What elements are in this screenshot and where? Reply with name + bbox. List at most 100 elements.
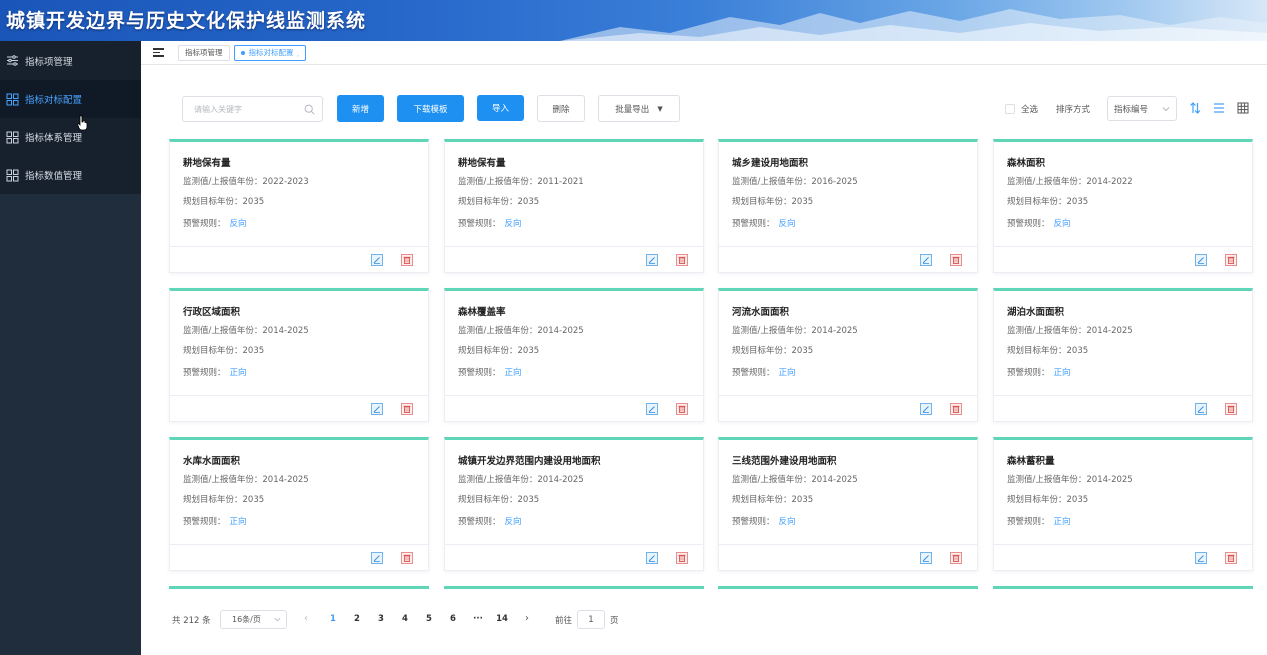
indicator-card[interactable]: 河流水面面积 监测值/上报值年份：2014-2025 规划目标年份：2035 预警规则… [718,288,978,422]
warning-rule-row: 预警规则： 反向 [458,219,522,229]
indicator-card[interactable]: 三线范围外建设用地面积 监测值/上报值年份：2014-2025 规划目标年份：203… [718,437,978,571]
card-footer [994,544,1252,573]
indicator-card[interactable]: 森林覆盖率 监测值/上报值年份：2014-2025 规划目标年份：2035 预警规则：… [444,288,704,422]
warning-rule-row: 预警规则： 反向 [732,517,796,527]
tab-indicator-benchmark[interactable]: 指标对标配置 ˯ [233,44,306,61]
list-view-icon[interactable] [1213,102,1225,114]
card-footer [719,544,977,573]
card-title: 耕地保有量 [183,158,231,169]
indicator-card[interactable]: 森林面积 监测值/上报值年份：2014-2022 规划目标年份：2035 预警规则：反… [993,139,1253,273]
next-page-icon[interactable]: › [525,613,529,624]
sidebar: 指标项管理 指标对标配置 指标体系管理 指标数值管理 [0,41,141,655]
sort-select[interactable]: 指标编号 [1107,96,1177,121]
indicator-card[interactable]: 水库水面面积 监测值/上报值年份：2014-2025 规划目标年份：2035 预警规则… [169,437,429,571]
indicator-card[interactable]: 行政区域面积 监测值/上报值年份：2014-2025 规划目标年份：2035 预警规则… [169,288,429,422]
card-title: 三线范围外建设用地面积 [732,456,837,467]
batch-export-button[interactable]: 批量导出 ▼ [598,95,680,122]
sidebar-item-indicator-items[interactable]: 指标项管理 [0,41,141,80]
close-icon[interactable]: ˯ [297,48,300,57]
tabs-bar: 指标项管理 指标对标配置 ˯ [141,41,1267,65]
delete-icon[interactable] [950,552,962,564]
pagination: 共 212 条 16条/页 ‹ 1 2 3 4 5 6 ··· 14 › 前往 … [141,610,841,630]
monitor-years-row: 监测值/上报值年份：2014-2025 [1007,326,1133,336]
monitor-years-row: 监测值/上报值年份：2014-2025 [458,326,584,336]
page-button[interactable]: 5 [423,614,435,624]
edit-icon[interactable] [646,403,658,415]
card-view-icon[interactable] [1237,102,1249,114]
goto-page-input[interactable]: 1 [577,610,605,629]
menu-collapse-icon[interactable] [153,48,164,57]
delete-icon[interactable] [1225,403,1237,415]
delete-icon[interactable] [1225,552,1237,564]
delete-icon[interactable] [401,552,413,564]
search-icon[interactable] [304,104,315,115]
total-count: 共 212 条 [172,616,211,626]
edit-icon[interactable] [371,403,383,415]
import-button[interactable]: 导入 [477,95,524,121]
chevron-down-icon [274,617,281,622]
warning-rule-row: 预警规则： 反向 [183,219,247,229]
add-button[interactable]: 新增 [337,95,384,122]
edit-icon[interactable] [646,552,658,564]
prev-page-icon[interactable]: ‹ [304,613,308,624]
delete-icon[interactable] [1225,254,1237,266]
page-button[interactable]: 1 [327,614,339,624]
edit-icon[interactable] [920,403,932,415]
warning-rule-row: 预警规则： 正向 [732,368,796,378]
more-pages-button[interactable]: ··· [472,614,484,624]
download-template-button[interactable]: 下载模板 [397,95,464,122]
target-year-row: 规划目标年份：2035 [732,495,814,505]
search-input[interactable]: 请输入关键字 [182,96,323,122]
delete-icon[interactable] [401,254,413,266]
delete-icon[interactable] [950,403,962,415]
goto-label: 前往 [555,616,573,626]
sidebar-item-label: 指标对标配置 [25,95,83,106]
sidebar-item-indicator-benchmark[interactable]: 指标对标配置 [0,80,141,118]
edit-icon[interactable] [920,254,932,266]
page-button[interactable]: 4 [399,614,411,624]
indicator-card[interactable]: 耕地保有量 监测值/上报值年份：2022-2023 规划目标年份：2035 预警规则：… [169,139,429,273]
toolbar: 请输入关键字 新增 下载模板 导入 删除 批量导出 ▼ 全选 排序方式 指标编号 [141,95,1267,123]
edit-icon[interactable] [1195,552,1207,564]
delete-button[interactable]: 删除 [537,95,585,122]
edit-icon[interactable] [920,552,932,564]
monitor-years-row: 监测值/上报值年份：2014-2025 [183,475,309,485]
page-button[interactable]: 3 [375,614,387,624]
sidebar-item-indicator-values[interactable]: 指标数值管理 [0,156,141,194]
card-title: 森林蓄积量 [1007,456,1055,467]
hand-cursor-icon [77,115,88,131]
grid-icon [6,131,19,143]
indicator-card[interactable]: 湖泊水面面积 监测值/上报值年份：2014-2025 规划目标年份：2035 预警规则… [993,288,1253,422]
delete-icon[interactable] [676,254,688,266]
header-banner: 城镇开发边界与历史文化保护线监测系统 [0,0,1267,41]
indicator-card[interactable]: 耕地保有量 监测值/上报值年份：2011-2021 规划目标年份：2035 预警规则：… [444,139,704,273]
page-button[interactable]: 2 [351,614,363,624]
edit-icon[interactable] [1195,403,1207,415]
indicator-card[interactable]: 城乡建设用地面积 监测值/上报值年份：2016-2025 规划目标年份：2035 预警… [718,139,978,273]
delete-icon[interactable] [676,403,688,415]
checkbox-box[interactable] [1005,104,1015,114]
edit-icon[interactable] [371,254,383,266]
delete-icon[interactable] [950,254,962,266]
page-button[interactable]: 14 [495,614,509,624]
tab-indicator-items[interactable]: 指标项管理 [178,44,230,61]
page-button[interactable]: 6 [447,614,459,624]
edit-icon[interactable] [371,552,383,564]
indicator-card[interactable]: 城镇开发边界范围内建设用地面积 监测值/上报值年份：2014-2025 规划目标年份… [444,437,704,571]
delete-icon[interactable] [401,403,413,415]
sidebar-item-label: 指标数值管理 [25,171,83,182]
card-footer [170,395,428,424]
monitor-years-row: 监测值/上报值年份：2014-2025 [1007,475,1133,485]
card-title: 森林覆盖率 [458,307,506,318]
sidebar-item-indicator-system[interactable]: 指标体系管理 [0,118,141,156]
sort-order-icon[interactable] [1189,102,1201,114]
delete-icon[interactable] [676,552,688,564]
page-size-select[interactable]: 16条/页 [220,610,287,629]
indicator-card-partial [444,586,704,592]
edit-icon[interactable] [646,254,658,266]
card-footer [719,246,977,275]
sidebar-item-label: 指标项管理 [25,56,73,68]
select-all-checkbox[interactable]: 全选 [1005,103,1038,115]
indicator-card[interactable]: 森林蓄积量 监测值/上报值年份：2014-2025 规划目标年份：2035 预警规则：… [993,437,1253,571]
edit-icon[interactable] [1195,254,1207,266]
